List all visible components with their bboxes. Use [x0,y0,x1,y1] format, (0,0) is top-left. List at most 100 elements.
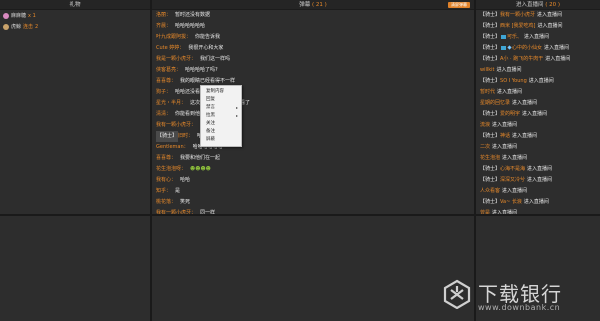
danmu-user[interactable]: 清清 [156,111,166,117]
entry-text: 进入直播间 [492,210,518,214]
danmu-user[interactable]: 叶九成跟阿拔 [156,34,186,40]
gift-row[interactable]: 麻麻糖 x 1 [0,10,150,21]
entry-row[interactable]: 曾是 进入直播间 [476,208,600,214]
danmu-user[interactable]: 喜喜尊 [156,155,171,161]
danmu-message[interactable]: 洛丽： 暂时还没有数据 [152,10,474,21]
entry-user[interactable]: A小 · 跑飞的牛肉干 [500,56,543,62]
entry-row[interactable]: 【骑士】Va~ 长浪 进入直播间 [476,197,600,208]
entry-text: 进入直播间 [528,78,554,84]
entry-text: 进入直播间 [502,188,528,194]
entry-list[interactable]: 【骑士】我有一颗小虎牙 进入直播间 【骑士】西米 [我爱吃鸡] 进入直播间 【骑士】 可乐… [476,10,600,214]
danmu-separator: ： [171,199,177,205]
entry-user[interactable]: 流浪 [480,122,490,128]
danmu-message[interactable]: 叶九成跟阿拔： 你能告诉我 [152,32,474,43]
clear-screen-button[interactable]: 清屏弹幕 [448,2,470,8]
danmu-text: 笑死 [180,199,191,205]
danmu-user[interactable]: 狗子 [156,89,166,95]
context-menu-item[interactable]: 回复 [201,96,241,104]
context-menu-item[interactable]: 屏蔽 [201,136,241,144]
danmu-message[interactable]: 齐晨： 哈哈哈哈哈哈 [152,21,474,32]
entry-user[interactable]: 星期的回忆录 [480,100,510,106]
entry-user[interactable]: 我有一颗小虎牙 [500,12,535,18]
danmu-message[interactable]: 花生泡泡呀： ☻☻☻☻ [152,164,474,175]
downbank-logo-icon [443,279,471,309]
danmu-separator: ： [171,78,177,84]
entry-row[interactable]: willkit 进入直播间 [476,65,600,76]
entry-user[interactable]: 爱的明宇 [500,111,520,117]
gift-qty: 2 [35,23,39,30]
entry-user[interactable]: 心海不是海 [500,166,525,172]
danmu-user[interactable]: 齐晨 [156,23,166,29]
knight-badge: 【骑士】 [480,199,501,205]
entry-user[interactable]: 西米 [我爱吃鸡] [500,23,536,29]
entry-panel-title: 进入直播间 [515,2,544,8]
danmu-user[interactable]: Gentleman [156,144,184,150]
danmu-message[interactable]: 知乎：是 [152,186,474,197]
danmu-message[interactable]: 我有心： 哈哈 [152,175,474,186]
danmu-user[interactable]: 喜喜尊 [156,78,171,84]
entry-row[interactable]: 花生泡泡 进入直播间 [476,153,600,164]
danmu-separator: ： [188,133,194,139]
danmu-message[interactable]: 我是一颗小虎牙： 我们这一样吗 [152,54,474,65]
danmu-user[interactable]: 我有一颗小虎牙 [156,210,191,214]
entry-user[interactable]: 人众看客 [480,188,500,194]
danmu-user[interactable]: 侠客葛亮 [156,67,176,73]
entry-user[interactable]: 花生泡泡 [480,155,500,161]
context-menu-item[interactable]: 关注 [201,120,241,128]
entry-row[interactable]: 【骑士】深深又冷兮 进入直播间 [476,175,600,186]
entry-user[interactable]: willkit [480,67,495,73]
entry-user[interactable]: 可乐、 [507,34,522,40]
entry-row[interactable]: 【骑士】神话 进入直播间 [476,131,600,142]
entry-user[interactable]: 神话 [500,133,510,139]
danmu-text: 同一样 [200,210,216,214]
danmu-user[interactable]: 我有一颗小虎牙 [156,122,191,128]
entry-row[interactable]: 【骑士】心海不是海 进入直播间 [476,164,600,175]
entry-row[interactable]: 【骑士】我有一颗小虎牙 进入直播间 [476,10,600,21]
gift-row[interactable]: 虎鲸 连击 2 [0,21,150,32]
entry-row[interactable]: 二次 进入直播间 [476,142,600,153]
danmu-message[interactable]: 喜喜尊： 我要和他们在一起 [152,153,474,164]
entry-row[interactable]: 星期的回忆录 进入直播间 [476,98,600,109]
entry-user[interactable]: 曾是 [480,210,490,214]
context-menu-item[interactable]: 复制内容 [201,88,241,96]
entry-row[interactable]: 【骑士】SO I Young 进入直播间 [476,76,600,87]
entry-row[interactable]: 人众看客 进入直播间 [476,186,600,197]
entry-row[interactable]: 暂时代 进入直播间 [476,87,600,98]
danmu-user[interactable]: 知乎 [156,188,166,194]
danmu-user[interactable]: 旧时 [178,133,188,139]
bottom-center-panel [152,216,474,321]
entry-text: 进入直播间 [502,155,528,161]
danmu-message[interactable]: Cute 婷婷： 我很开心和大家 [152,43,474,54]
danmu-user[interactable]: 星光・半月 [156,100,181,106]
avatar [3,12,9,19]
danmu-message[interactable]: 侠客葛亮： 哈哈哈哈了吗? [152,65,474,76]
danmu-user[interactable]: 我有心 [156,177,171,183]
danmu-separator: ： [166,23,172,29]
context-menu-item[interactable]: 禁言 ▸ [201,104,241,112]
entry-user[interactable]: 心中的小仙女 [512,45,542,51]
entry-user[interactable]: 二次 [480,144,490,150]
entry-row[interactable]: 【骑士】A小 · 跑飞的牛肉干 进入直播间 [476,54,600,65]
entry-row[interactable]: 流浪 进入直播间 [476,120,600,131]
entry-row[interactable]: 【骑士】西米 [我爱吃鸡] 进入直播间 [476,21,600,32]
entry-user[interactable]: Va~ 长浪 [500,199,522,205]
entry-row[interactable]: 【骑士】爱的明宇 进入直播间 [476,109,600,120]
context-menu-item[interactable]: 备注 [201,128,241,136]
entry-user[interactable]: 暂时代 [480,89,495,95]
danmu-user[interactable]: 花生泡泡呀 [156,166,181,172]
entry-user[interactable]: SO I Young [500,78,527,84]
context-menu-item[interactable]: 拉黑 ▸ [201,112,241,120]
entry-text: 进入直播间 [524,34,550,40]
danmu-user[interactable]: 我是一颗小虎牙 [156,56,191,62]
entry-row[interactable]: 【骑士】 可乐、 进入直播间 [476,32,600,43]
entry-row[interactable]: 【骑士】 心中的小仙女 进入直播间 [476,43,600,54]
danmu-user[interactable]: 桃花落 [156,199,171,205]
danmu-message[interactable]: 我有一颗小虎牙： 同一样 [152,208,474,214]
danmu-message[interactable]: 桃花落： 笑死 [152,197,474,208]
danmu-user[interactable]: 洛丽 [156,12,166,18]
gift-panel-title: 礼物 [69,2,81,8]
danmu-user[interactable]: Cute 婷婷 [156,45,179,51]
knight-badge: 【骑士】 [480,177,501,183]
danmu-panel-header: 弹幕 ( 21 ) 清屏弹幕 [152,0,474,10]
entry-user[interactable]: 深深又冷兮 [500,177,525,183]
